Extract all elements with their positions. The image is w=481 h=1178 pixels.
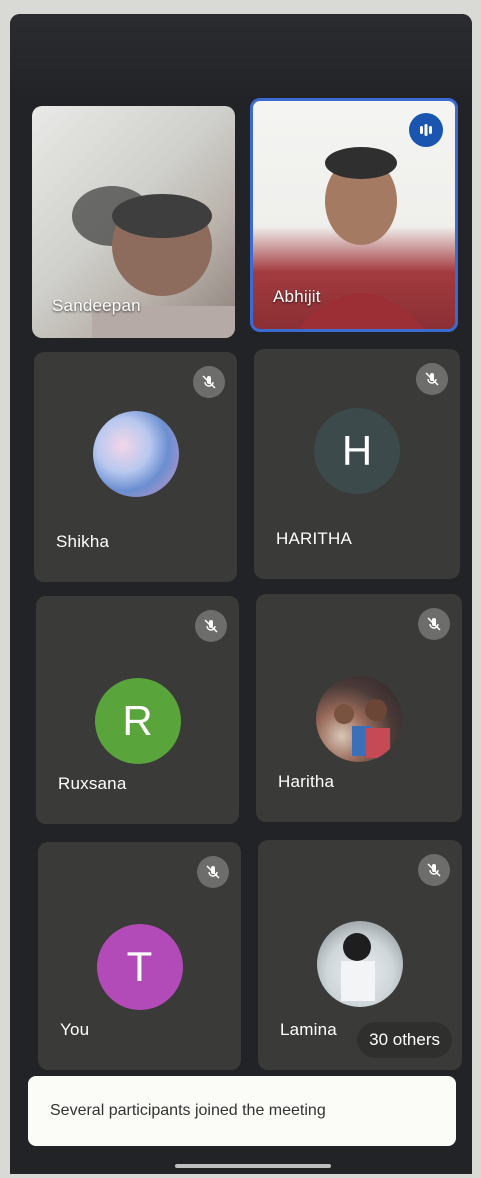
mic-off-icon [416, 363, 448, 395]
participant-name: Sandeepan [52, 296, 141, 315]
participant-name: Haritha [278, 772, 335, 791]
home-indicator[interactable] [175, 1164, 331, 1168]
avatar-photo [341, 933, 375, 1001]
toast-message: Several participants joined the meeting [50, 1102, 326, 1119]
avatar [92, 411, 179, 497]
participant-name: HARITHA [276, 529, 353, 548]
audio-level-icon [409, 113, 443, 147]
status-bar [10, 14, 472, 94]
mic-off-icon [193, 366, 225, 398]
meeting-screen: Sandeepan Abhijit Shikha H HARITHA R Rux… [10, 14, 472, 1174]
avatar-initial: R [122, 697, 153, 744]
mic-off-icon [197, 856, 229, 888]
participant-tile-haritha-lower[interactable]: Haritha [256, 594, 462, 822]
mic-off-icon [418, 608, 450, 640]
mic-off-icon [195, 610, 227, 642]
participant-tile-haritha-upper[interactable]: H HARITHA [254, 349, 460, 579]
avatar: T [96, 924, 183, 1010]
participant-name: Lamina [280, 1020, 337, 1039]
participant-tile-sandeepan[interactable]: Sandeepan [32, 106, 235, 338]
participant-tile-lamina[interactable]: Lamina 30 others [258, 840, 462, 1070]
participant-tile-ruxsana[interactable]: R Ruxsana [36, 596, 239, 824]
participant-name: You [60, 1020, 90, 1039]
participant-name: Abhijit [273, 287, 321, 306]
avatar-initial: H [341, 427, 373, 474]
mic-off-icon [418, 854, 450, 886]
avatar-photo [334, 699, 390, 758]
participant-tile-you[interactable]: T You [38, 842, 241, 1070]
others-count-button[interactable]: 30 others [357, 1022, 452, 1058]
avatar-initial: T [126, 943, 153, 990]
participant-tile-shikha[interactable]: Shikha [34, 352, 237, 582]
avatar [317, 921, 403, 1007]
avatar [316, 676, 402, 762]
participant-name: Shikha [56, 532, 110, 551]
avatar: R [94, 678, 181, 764]
participant-name: Ruxsana [58, 774, 127, 793]
participant-tile-abhijit[interactable]: Abhijit [250, 98, 458, 332]
avatar: H [314, 408, 400, 494]
notification-toast: Several participants joined the meeting [28, 1076, 456, 1146]
